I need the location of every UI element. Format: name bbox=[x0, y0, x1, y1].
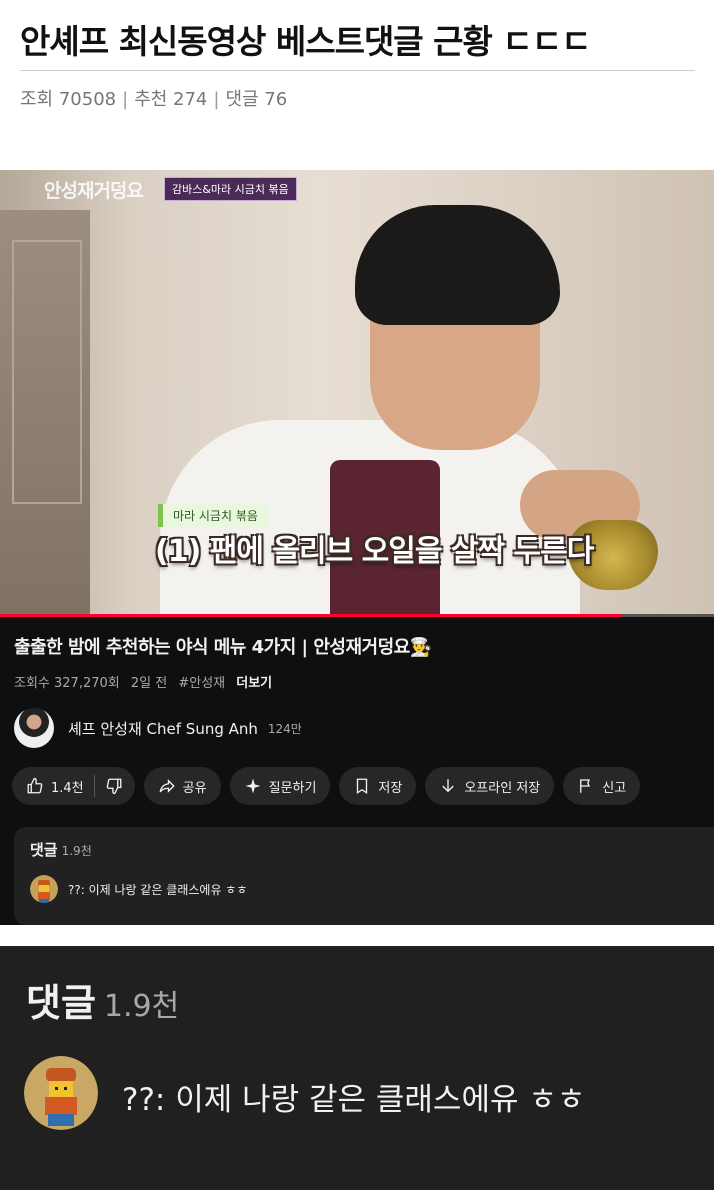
zoomed-comment-text: ??: 이제 나랑 같은 클래스에유 ㅎㅎ bbox=[122, 1082, 586, 1118]
sparkle-icon bbox=[245, 778, 261, 794]
progress-bar[interactable] bbox=[0, 614, 714, 617]
like-button[interactable]: 1.4천 bbox=[12, 767, 94, 805]
meta-separator: | bbox=[213, 89, 220, 110]
post-comment-count: 댓글 76 bbox=[225, 89, 288, 110]
offline-label: 오프라인 저장 bbox=[464, 780, 541, 796]
like-count: 1.4천 bbox=[51, 780, 84, 796]
episode-tag: 감바스&마라 시금치 볶음 bbox=[164, 177, 297, 201]
meta-separator: | bbox=[122, 89, 129, 110]
subscriber-count: 124만 bbox=[267, 721, 302, 736]
zoomed-comments-title: 댓글 bbox=[26, 981, 96, 1025]
youtube-screenshot: 안성재거덩요 감바스&마라 시금치 볶음 마라 시금치 볶음 (1) 팬에 올리… bbox=[0, 170, 714, 925]
comments-teaser[interactable]: 댓글 1.9천 ??: 이제 나랑 같은 클래스에유 ㅎㅎ bbox=[14, 827, 714, 925]
channel-avatar[interactable] bbox=[14, 708, 54, 748]
ask-button[interactable]: 질문하기 bbox=[229, 767, 331, 805]
channel-row[interactable]: 셰프 안성재 Chef Sung Anh 124만 bbox=[14, 708, 302, 748]
share-label: 공유 bbox=[182, 780, 207, 796]
zoomed-comments-count: 1.9천 bbox=[103, 989, 180, 1024]
channel-name[interactable]: 셰프 안성재 Chef Sung Anh bbox=[68, 718, 258, 739]
save-label: 저장 bbox=[378, 780, 403, 796]
divider bbox=[20, 70, 695, 71]
video-background-door bbox=[0, 210, 90, 617]
report-button[interactable]: 신고 bbox=[563, 767, 641, 805]
bookmark-icon bbox=[357, 778, 368, 795]
offline-save-button[interactable]: 오프라인 저장 bbox=[425, 767, 555, 805]
dislike-button[interactable] bbox=[95, 767, 135, 805]
view-count: 조회수 327,270회 bbox=[14, 676, 120, 691]
upload-date: 2일 전 bbox=[130, 676, 168, 691]
post-meta: 조회 70508 | 추천 274 | 댓글 76 bbox=[20, 85, 695, 111]
thumb-up-icon bbox=[27, 777, 43, 794]
thumb-down-icon bbox=[106, 778, 122, 795]
ask-label: 질문하기 bbox=[268, 780, 317, 796]
zoomed-commenter-avatar[interactable] bbox=[24, 1056, 98, 1130]
report-label: 신고 bbox=[602, 780, 627, 796]
video-title[interactable]: 출출한 밤에 추천하는 야식 메뉴 4가지 | 안성재거덩요👨‍🍳 bbox=[14, 633, 432, 659]
comments-title: 댓글 bbox=[30, 841, 58, 859]
video-subtitle: (1) 팬에 올리브 오일을 살짝 두른다 bbox=[155, 534, 594, 569]
subtitle-label: 마라 시금치 볶음 bbox=[158, 504, 268, 527]
post-recommend: 추천 274 bbox=[134, 89, 208, 110]
commenter-avatar[interactable] bbox=[30, 875, 58, 903]
share-button[interactable]: 공유 bbox=[143, 767, 221, 805]
flag-icon bbox=[580, 779, 591, 793]
zoomed-comments-header: 댓글 1.9천 bbox=[26, 972, 179, 1027]
post-title: 안셰프 최신동영상 베스트댓글 근황 ㄷㄷㄷ bbox=[20, 22, 591, 61]
progress-fill bbox=[0, 614, 622, 617]
zoomed-comment-screenshot: 댓글 1.9천 ??: 이제 나랑 같은 클래스에유 ㅎㅎ bbox=[0, 946, 714, 1190]
post-views: 조회 70508 bbox=[20, 89, 117, 110]
download-icon bbox=[442, 779, 455, 793]
like-dislike-group: 1.4천 bbox=[12, 767, 135, 805]
hashtag-link[interactable]: #안성재 bbox=[178, 676, 225, 691]
save-button[interactable]: 저장 bbox=[339, 767, 417, 805]
more-button[interactable]: 더보기 bbox=[236, 676, 272, 691]
share-icon bbox=[159, 779, 175, 793]
chef-hair bbox=[355, 205, 560, 325]
comments-header: 댓글 1.9천 bbox=[30, 839, 92, 860]
video-player[interactable]: 안성재거덩요 감바스&마라 시금치 볶음 마라 시금치 볶음 (1) 팬에 올리… bbox=[0, 170, 714, 617]
action-bar: 1.4천 공유 질문하기 저장 오프라인 저장 신고 bbox=[12, 767, 641, 805]
top-comment-text: ??: 이제 나랑 같은 클래스에유 ㅎㅎ bbox=[68, 883, 248, 897]
post-header: 안셰프 최신동영상 베스트댓글 근황 ㄷㄷㄷ 조회 70508 | 추천 274 | 댓… bbox=[20, 18, 695, 111]
video-meta: 조회수 327,270회 2일 전 #안성재 더보기 bbox=[14, 672, 279, 691]
comments-count: 1.9천 bbox=[61, 844, 92, 858]
channel-logo-overlay: 안성재거덩요 bbox=[44, 180, 144, 202]
